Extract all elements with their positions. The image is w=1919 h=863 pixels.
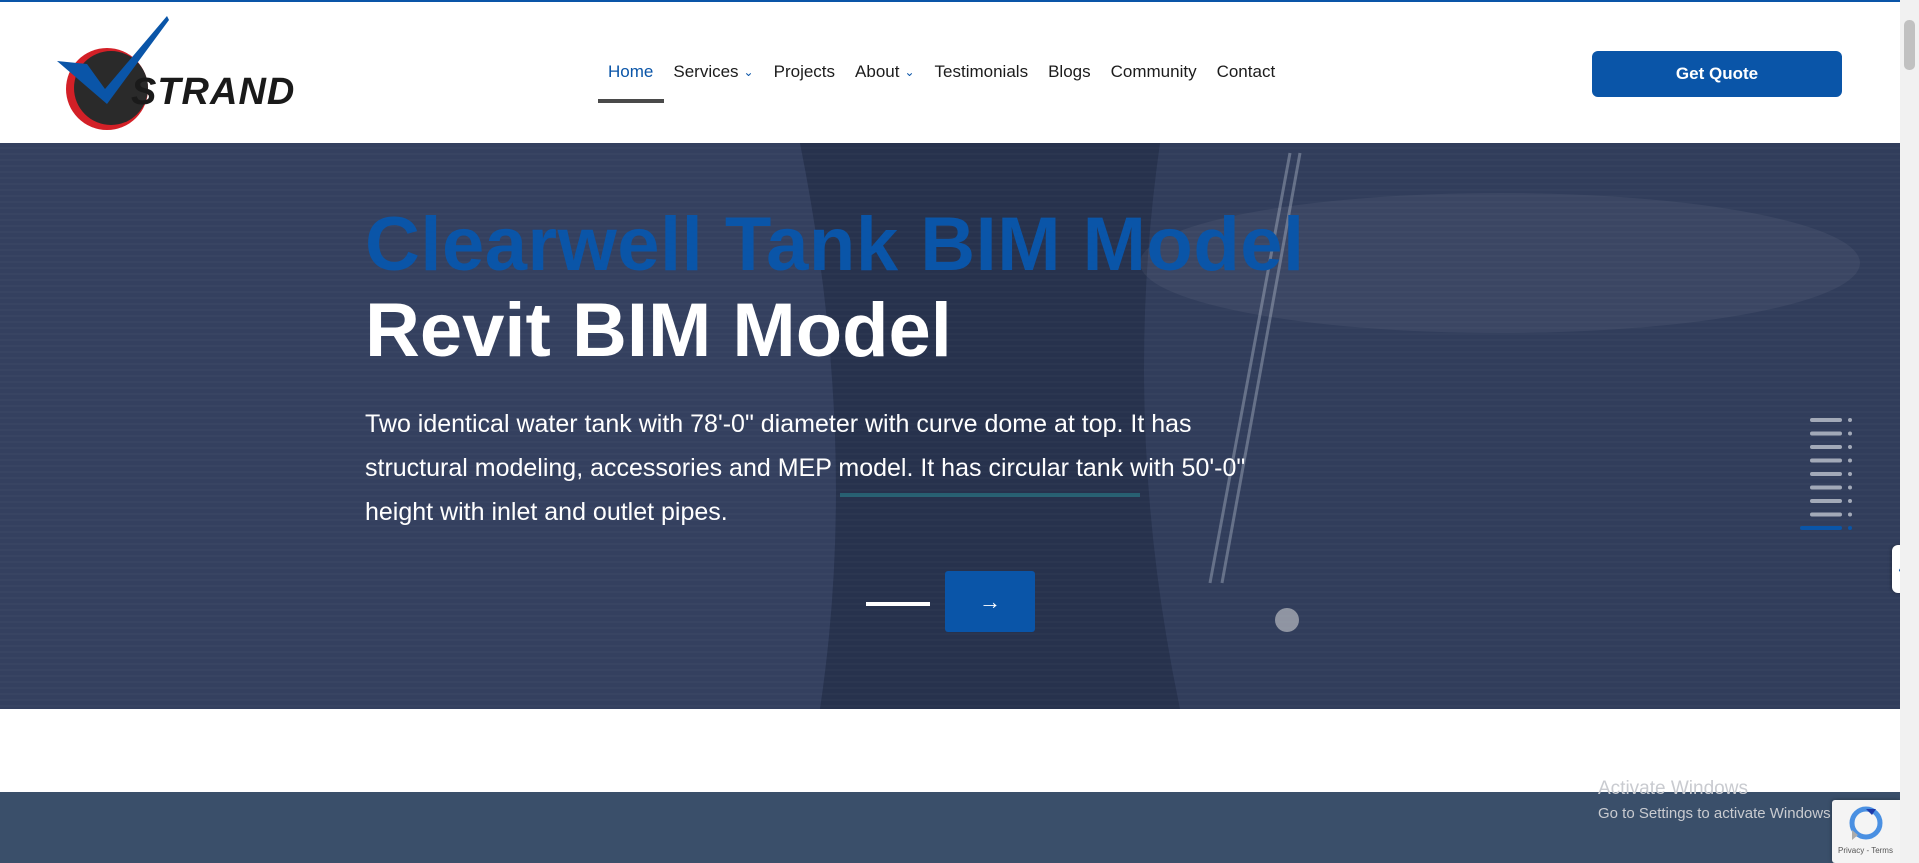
activate-windows-title: Activate Windows — [1598, 778, 1748, 799]
nav-home[interactable]: Home — [608, 58, 653, 86]
main-nav: Home Services ⌄ Projects About ⌄ Testimo… — [598, 58, 1295, 86]
slide-index-dot — [1848, 512, 1852, 517]
nav-community[interactable]: Community — [1111, 58, 1197, 86]
slide-progress-line — [866, 602, 930, 606]
strand-logo-icon: STRAND — [57, 16, 295, 130]
slide-index-dot — [1848, 418, 1852, 422]
next-slide-button[interactable]: → — [945, 571, 1035, 632]
nav-home-label: Home — [608, 62, 654, 81]
nav-contact[interactable]: Contact — [1217, 58, 1276, 86]
nav-about[interactable]: About ⌄ — [855, 58, 915, 86]
site-header: STRAND Home Services ⌄ Projects About ⌄ … — [0, 2, 1900, 143]
nav-blogs[interactable]: Blogs — [1048, 58, 1091, 86]
nav-testimonials-label: Testimonials — [934, 62, 1029, 81]
slide-index-dot — [1848, 472, 1852, 476]
activate-windows-subtitle: Go to Settings to activate Windows. — [1598, 805, 1835, 822]
svg-text:STRAND: STRAND — [131, 71, 295, 113]
slide-index-line[interactable] — [1810, 499, 1842, 503]
hero-subtitle: Revit BIM Model — [365, 288, 952, 373]
hero-title: Clearwell Tank BIM Model — [365, 202, 1305, 287]
recaptcha-icon — [1849, 806, 1883, 840]
slide-index-line[interactable] — [1800, 526, 1842, 530]
nav-testimonials[interactable]: Testimonials — [935, 58, 1029, 86]
slide-index-dot — [1848, 526, 1852, 530]
slide-index-line[interactable] — [1810, 512, 1842, 517]
scrollbar-thumb[interactable] — [1904, 20, 1915, 70]
page-scrollbar[interactable] — [1900, 0, 1919, 863]
nav-projects-label: Projects — [773, 62, 836, 81]
slide-index-line[interactable] — [1810, 472, 1842, 476]
nav-services-label: Services — [673, 62, 739, 81]
chevron-down-icon: ⌄ — [904, 65, 915, 79]
slide-index-dot — [1848, 431, 1852, 436]
get-quote-button[interactable]: Get Quote — [1592, 51, 1842, 97]
hero-description: Two identical water tank with 78'-0" dia… — [365, 410, 1246, 526]
page: STRAND Home Services ⌄ Projects About ⌄ … — [0, 0, 1919, 863]
recaptcha-privacy-terms[interactable]: Privacy - Terms — [1838, 846, 1893, 855]
nav-blogs-label: Blogs — [1048, 62, 1091, 81]
nav-projects[interactable]: Projects — [774, 58, 835, 86]
slide-index-dot — [1848, 499, 1852, 503]
slide-index-indicator[interactable] — [1800, 413, 1860, 553]
nav-about-label: About — [855, 62, 900, 81]
nav-active-underline — [598, 99, 664, 103]
logo[interactable]: STRAND — [57, 16, 312, 134]
slide-index-line[interactable] — [1810, 431, 1842, 436]
nav-contact-label: Contact — [1216, 62, 1276, 81]
slide-index-line[interactable] — [1810, 485, 1842, 490]
hero-slider: Clearwell Tank BIM Model Revit BIM Model… — [0, 143, 1900, 709]
arrow-right-icon: → — [979, 588, 1001, 614]
slide-index-line[interactable] — [1810, 418, 1842, 422]
slide-index-dot — [1848, 445, 1852, 449]
slide-index-dot — [1848, 458, 1852, 463]
nav-community-label: Community — [1110, 62, 1197, 81]
recaptcha-badge[interactable]: Privacy - Terms — [1832, 800, 1900, 863]
slide-index-line[interactable] — [1810, 458, 1842, 463]
slide-index-dot — [1848, 485, 1852, 490]
chevron-down-icon: ⌄ — [743, 65, 754, 79]
next-section-background — [0, 792, 1900, 863]
nav-services[interactable]: Services ⌄ — [673, 58, 753, 86]
slide-index-line[interactable] — [1810, 445, 1842, 449]
